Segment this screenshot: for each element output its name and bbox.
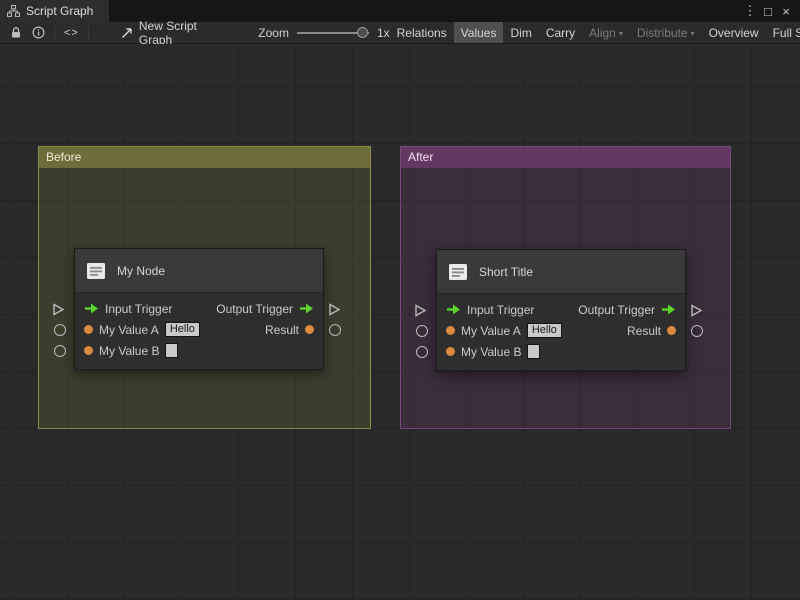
port-row: My Value B bbox=[75, 340, 323, 361]
control-input-port[interactable] bbox=[414, 304, 427, 317]
port-label: Input Trigger bbox=[467, 303, 534, 317]
flow-input-icon[interactable] bbox=[84, 303, 99, 314]
flow-output-icon[interactable] bbox=[661, 304, 676, 315]
info-icon[interactable] bbox=[27, 22, 50, 43]
toolbar-button-dim[interactable]: Dim bbox=[503, 22, 538, 43]
toolbar-buttons: Relations Values Dim Carry Align▾ Distri… bbox=[390, 22, 800, 43]
value-a-field[interactable]: Hello bbox=[527, 323, 562, 338]
window-controls: ⋮ □ × bbox=[742, 0, 800, 22]
unit-icon bbox=[447, 261, 469, 283]
zoom-group: Zoom 1x bbox=[258, 26, 389, 40]
value-input-port[interactable] bbox=[54, 345, 66, 357]
graph-canvas[interactable]: Before After My Node Input Trigger bbox=[0, 44, 800, 600]
node-title: My Node bbox=[117, 264, 165, 278]
unit-icon bbox=[85, 260, 107, 282]
port-label: Output Trigger bbox=[578, 303, 655, 317]
graph-name-group[interactable]: New Script Graph bbox=[121, 19, 228, 47]
node-body: Input Trigger Output Trigger My Value A … bbox=[437, 294, 685, 370]
node-my-node[interactable]: My Node Input Trigger Output Trigger My … bbox=[74, 248, 324, 370]
value-output-result-icon[interactable] bbox=[667, 326, 676, 335]
port-label: My Value B bbox=[461, 345, 521, 359]
window-menu-icon[interactable]: ⋮ bbox=[742, 3, 758, 19]
port-label: My Value A bbox=[99, 323, 159, 337]
chevron-down-icon: ▾ bbox=[691, 29, 695, 38]
port-label: My Value A bbox=[461, 324, 521, 338]
zoom-slider-knob[interactable] bbox=[357, 27, 368, 38]
port-label: My Value B bbox=[99, 344, 159, 358]
control-input-port[interactable] bbox=[52, 303, 65, 316]
port-row: Input Trigger Output Trigger bbox=[437, 299, 685, 320]
port-label: Result bbox=[265, 323, 299, 337]
node-body: Input Trigger Output Trigger My Value A … bbox=[75, 293, 323, 369]
tab-script-graph[interactable]: Script Graph bbox=[0, 0, 109, 22]
port-row: My Value A Hello Result bbox=[437, 320, 685, 341]
toolbar-button-values[interactable]: Values bbox=[454, 22, 504, 43]
chevron-down-icon: ▾ bbox=[619, 29, 623, 38]
flow-input-icon[interactable] bbox=[446, 304, 461, 315]
control-output-port[interactable] bbox=[328, 303, 341, 316]
value-input-a-icon[interactable] bbox=[446, 326, 455, 335]
toolbar-button-fullscreen[interactable]: Full Scr bbox=[766, 22, 800, 43]
graph-name-label: New Script Graph bbox=[139, 19, 228, 47]
toolbar-button-distribute[interactable]: Distribute▾ bbox=[630, 22, 702, 43]
value-a-field[interactable]: Hello bbox=[165, 322, 200, 337]
toolbar-separator bbox=[54, 26, 55, 40]
flow-output-icon[interactable] bbox=[299, 303, 314, 314]
toolbar-button-align[interactable]: Align▾ bbox=[582, 22, 630, 43]
zoom-value: 1x bbox=[377, 26, 390, 40]
node-header[interactable]: My Node bbox=[75, 249, 323, 293]
value-input-b-icon[interactable] bbox=[446, 347, 455, 356]
graph-asset-icon bbox=[121, 27, 133, 39]
toolbar: <> New Script Graph Zoom 1x Relations Va… bbox=[0, 22, 800, 44]
value-b-field[interactable] bbox=[527, 344, 540, 359]
toolbar-separator bbox=[88, 26, 89, 40]
port-label: Output Trigger bbox=[216, 302, 293, 316]
control-output-port[interactable] bbox=[690, 304, 703, 317]
value-input-port[interactable] bbox=[416, 346, 428, 358]
lock-icon[interactable] bbox=[5, 22, 27, 43]
port-row: Input Trigger Output Trigger bbox=[75, 298, 323, 319]
zoom-slider[interactable] bbox=[297, 32, 369, 34]
value-input-port[interactable] bbox=[54, 324, 66, 336]
value-output-port[interactable] bbox=[329, 324, 341, 336]
value-output-port[interactable] bbox=[691, 325, 703, 337]
code-icon[interactable]: <> bbox=[59, 22, 84, 43]
group-title[interactable]: Before bbox=[39, 147, 370, 168]
close-icon[interactable]: × bbox=[778, 4, 794, 19]
toolbar-button-relations[interactable]: Relations bbox=[390, 22, 454, 43]
value-input-a-icon[interactable] bbox=[84, 325, 93, 334]
tab-title: Script Graph bbox=[26, 4, 93, 18]
node-short-title[interactable]: Short Title Input Trigger Output Trigger… bbox=[436, 249, 686, 371]
value-input-b-icon[interactable] bbox=[84, 346, 93, 355]
group-title[interactable]: After bbox=[401, 147, 730, 168]
port-row: My Value A Hello Result bbox=[75, 319, 323, 340]
value-input-port[interactable] bbox=[416, 325, 428, 337]
maximize-icon[interactable]: □ bbox=[760, 4, 776, 19]
zoom-label: Zoom bbox=[258, 26, 289, 40]
script-graph-icon bbox=[7, 5, 20, 17]
value-output-result-icon[interactable] bbox=[305, 325, 314, 334]
port-label: Result bbox=[627, 324, 661, 338]
value-b-field[interactable] bbox=[165, 343, 178, 358]
node-title: Short Title bbox=[479, 265, 533, 279]
toolbar-button-overview[interactable]: Overview bbox=[702, 22, 766, 43]
toolbar-button-carry[interactable]: Carry bbox=[539, 22, 582, 43]
port-label: Input Trigger bbox=[105, 302, 172, 316]
port-row: My Value B bbox=[437, 341, 685, 362]
node-header[interactable]: Short Title bbox=[437, 250, 685, 294]
